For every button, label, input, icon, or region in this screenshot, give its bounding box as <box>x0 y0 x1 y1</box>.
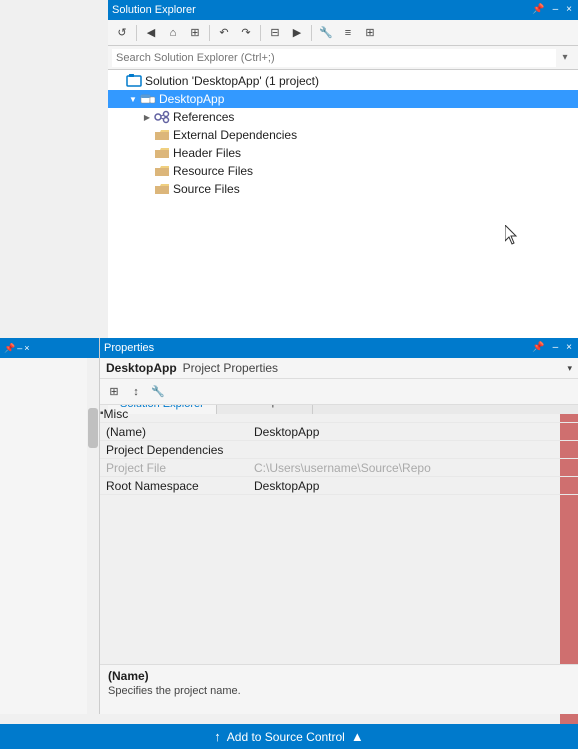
properties-panel: Properties 📌 – × DesktopApp Project Prop… <box>100 338 578 714</box>
status-bar[interactable]: ↑ Add to Source Control ▲ <box>0 724 578 749</box>
tree-item-references[interactable]: ▶ References <box>108 108 578 126</box>
properties-body: ▪ Misc (Name) DesktopApp Project Depende… <box>100 405 578 664</box>
left-panel: 📌 – × <box>0 338 100 714</box>
nav-back-btn[interactable]: ◀ <box>141 23 161 43</box>
show-files-btn[interactable]: ⊞ <box>185 23 205 43</box>
header-files-icon <box>154 145 170 161</box>
refresh-btn[interactable]: ↺ <box>112 23 132 43</box>
source-files-icon <box>154 181 170 197</box>
expander-solution <box>112 74 126 88</box>
auto-hide-button[interactable]: – <box>551 5 561 15</box>
search-bar: ▾ <box>108 46 578 70</box>
pin-button[interactable]: 📌 <box>530 5 546 15</box>
toolbar-sep-3 <box>260 25 261 41</box>
section-misc-header: ▪ Misc <box>100 405 578 423</box>
left-panel-controls: 📌 – × <box>4 343 30 354</box>
properties-subtitle: Project Properties <box>183 361 278 375</box>
status-bar-icon: ↑ <box>214 729 221 744</box>
project-icon <box>140 91 156 107</box>
properties-header-left: DesktopApp Project Properties <box>106 361 278 375</box>
props-close-btn[interactable]: × <box>564 343 574 353</box>
lp-close-btn[interactable]: × <box>24 343 29 354</box>
prop-name-project-file: Project File <box>100 461 250 475</box>
properties-toolbar: ⊞ ↕ 🔧 <box>100 379 578 405</box>
expander-references: ▶ <box>140 110 154 124</box>
prop-name-project-deps: Project Dependencies <box>100 443 250 457</box>
home-btn[interactable]: ⌂ <box>163 23 183 43</box>
description-text: Specifies the project name. <box>108 685 570 697</box>
tree-item-external-deps[interactable]: External Dependencies <box>108 126 578 144</box>
props-pin-btn[interactable]: 📌 <box>530 343 546 353</box>
properties-titlebar-controls: 📌 – × <box>530 343 574 353</box>
settings-btn[interactable]: 🔧 <box>316 23 336 43</box>
more-btn[interactable]: ≡ <box>338 23 358 43</box>
description-title: (Name) <box>108 669 570 683</box>
properties-btn[interactable]: ⊟ <box>265 23 285 43</box>
prop-name-root-namespace: Root Namespace <box>100 479 250 493</box>
tree-item-project[interactable]: ▼ DesktopApp <box>108 90 578 108</box>
prop-name-name: (Name) <box>100 425 250 439</box>
debug-btn[interactable]: ▶ <box>287 23 307 43</box>
tree-item-source-label: Source Files <box>173 182 240 196</box>
tree-item-source-files[interactable]: Source Files <box>108 180 578 198</box>
toolbar-sep-4 <box>311 25 312 41</box>
prop-row-project-file: Project File C:\Users\username\Source\Re… <box>100 459 578 477</box>
left-panel-scrollbar[interactable] <box>87 358 99 714</box>
left-panel-titlebar: 📌 – × <box>0 338 99 358</box>
solution-explorer-toolbar: ↺ ◀ ⌂ ⊞ ↶ ↷ ⊟ ▶ 🔧 ≡ ⊞ <box>108 20 578 46</box>
toolbar-sep-1 <box>136 25 137 41</box>
properties-header: DesktopApp Project Properties ▾ <box>100 358 578 379</box>
references-icon <box>154 109 170 125</box>
status-bar-right-icon: ▲ <box>351 729 364 744</box>
tree-item-resource-files[interactable]: Resource Files <box>108 162 578 180</box>
expander-project: ▼ <box>126 92 140 106</box>
solution-icon <box>126 73 142 89</box>
props-settings-btn[interactable]: 🔧 <box>148 382 168 402</box>
close-button[interactable]: × <box>564 5 574 15</box>
solution-explorer-title: Solution Explorer <box>112 4 196 16</box>
tree-item-solution[interactable]: Solution 'DesktopApp' (1 project) <box>108 72 578 90</box>
expander-header <box>140 146 154 160</box>
tree-item-resource-label: Resource Files <box>173 164 253 178</box>
resource-files-icon <box>154 163 170 179</box>
tree-item-solution-label: Solution 'DesktopApp' (1 project) <box>145 74 319 88</box>
prop-value-project-file: C:\Users\username\Source\Repo <box>250 461 578 475</box>
scrollbar-thumb[interactable] <box>88 408 98 448</box>
search-icon-btn[interactable]: ▾ <box>556 49 574 67</box>
external-deps-icon <box>154 127 170 143</box>
redo-btn[interactable]: ↷ <box>236 23 256 43</box>
expander-external <box>140 128 154 142</box>
description-area: (Name) Specifies the project name. <box>100 664 578 714</box>
section-misc-label: Misc <box>104 407 129 421</box>
prop-row-name[interactable]: (Name) DesktopApp <box>100 423 578 441</box>
properties-dropdown-arrow[interactable]: ▾ <box>567 363 572 374</box>
toolbar-sep-2 <box>209 25 210 41</box>
lp-hide-btn[interactable]: – <box>17 343 22 354</box>
tree-item-project-label: DesktopApp <box>159 92 224 106</box>
prop-row-root-namespace[interactable]: Root Namespace DesktopApp <box>100 477 578 495</box>
expander-resource <box>140 164 154 178</box>
lp-pin-btn[interactable]: 📌 <box>4 343 15 354</box>
props-alpha-btn[interactable]: ↕ <box>126 382 146 402</box>
properties-project-name: DesktopApp <box>106 361 177 375</box>
tree-item-header-files[interactable]: Header Files <box>108 144 578 162</box>
props-hide-btn[interactable]: – <box>551 343 561 353</box>
tree-item-references-label: References <box>173 110 234 124</box>
status-bar-label: Add to Source Control <box>227 730 345 744</box>
tree-item-external-label: External Dependencies <box>173 128 297 142</box>
solution-explorer-titlebar: Solution Explorer 📌 – × <box>108 0 578 20</box>
expander-source <box>140 182 154 196</box>
tree-item-header-label: Header Files <box>173 146 241 160</box>
prop-row-project-deps[interactable]: Project Dependencies <box>100 441 578 459</box>
layout-btn[interactable]: ⊞ <box>360 23 380 43</box>
properties-title: Properties <box>104 342 154 354</box>
prop-value-root-namespace: DesktopApp <box>250 479 578 493</box>
prop-value-name: DesktopApp <box>250 425 578 439</box>
titlebar-controls: 📌 – × <box>530 5 574 15</box>
search-input[interactable] <box>112 49 556 67</box>
properties-titlebar: Properties 📌 – × <box>100 338 578 358</box>
undo-btn[interactable]: ↶ <box>214 23 234 43</box>
props-category-btn[interactable]: ⊞ <box>104 382 124 402</box>
